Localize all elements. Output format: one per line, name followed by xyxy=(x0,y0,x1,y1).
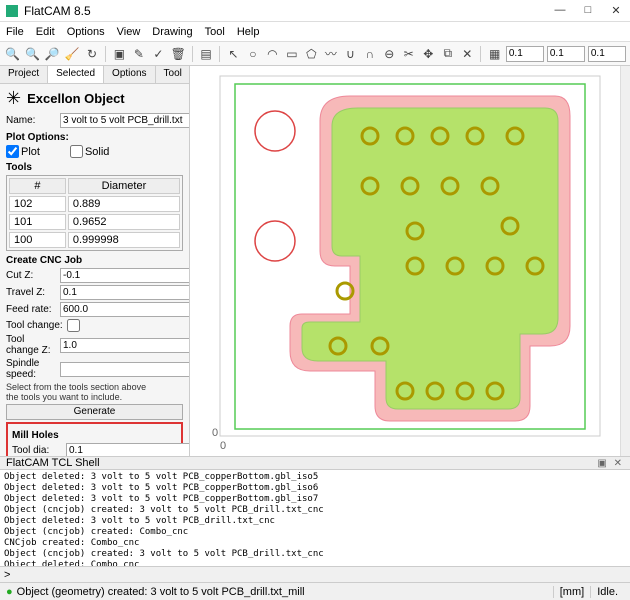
plot-options-label: Plot Options: xyxy=(6,132,183,143)
separator xyxy=(192,46,193,62)
scrollbar[interactable] xyxy=(620,66,630,456)
status-message: Object (geometry) created: 3 volt to 5 v… xyxy=(17,586,305,598)
snap-input[interactable] xyxy=(588,46,626,62)
menu-view[interactable]: View xyxy=(117,26,141,38)
status-icon: ● xyxy=(6,586,13,598)
cut-path-icon[interactable]: ✂ xyxy=(401,45,417,63)
col-diameter: Diameter xyxy=(68,178,180,194)
titlebar: FlatCAM 8.5 — □ ✕ xyxy=(0,0,630,22)
mill-header: Mill Holes xyxy=(12,430,177,441)
cnc-note: Select from the tools section above the … xyxy=(6,382,183,402)
table-row: 1000.999998 xyxy=(9,232,180,248)
union-icon[interactable]: ∪ xyxy=(342,45,358,63)
svg-text:0: 0 xyxy=(220,440,226,452)
menu-help[interactable]: Help xyxy=(237,26,260,38)
menu-file[interactable]: File xyxy=(6,26,24,38)
name-label: Name: xyxy=(6,115,56,126)
plot-checkbox[interactable]: Plot xyxy=(6,145,40,158)
tools-header: Tools xyxy=(6,162,183,173)
shell-icon[interactable]: ▤ xyxy=(198,45,214,63)
panel-body: ✳ Excellon Object Name: Plot Options: Pl… xyxy=(0,84,189,456)
table-row: 1010.9652 xyxy=(9,214,180,230)
move-icon[interactable]: ✥ xyxy=(420,45,436,63)
menu-tool[interactable]: Tool xyxy=(205,26,225,38)
tooldia-input[interactable] xyxy=(66,443,189,456)
shell-title: FlatCAM TCL Shell xyxy=(6,457,100,469)
feedrate-label: Feed rate: xyxy=(6,304,56,315)
grid-y-input[interactable] xyxy=(547,46,585,62)
update-geometry-icon[interactable]: ✓ xyxy=(150,45,166,63)
zoom-fit-icon[interactable]: 🔎 xyxy=(44,45,61,63)
excellon-icon: ✳ xyxy=(6,88,21,109)
solid-checkbox[interactable]: Solid xyxy=(70,145,109,158)
arc-icon[interactable]: ◠ xyxy=(264,45,280,63)
polygon-icon[interactable]: ⬠ xyxy=(303,45,319,63)
copy-icon[interactable]: ⧉ xyxy=(440,45,456,63)
window-title: FlatCAM 8.5 xyxy=(24,4,552,18)
subtract-icon[interactable]: ⊖ xyxy=(381,45,397,63)
plot-canvas[interactable]: 0 0 xyxy=(190,66,620,456)
tooldia-label: Tool dia: xyxy=(12,445,62,456)
spindle-label: Spindle speed: xyxy=(6,358,56,380)
grid-icon[interactable]: ▦ xyxy=(486,45,502,63)
maximize-button[interactable]: □ xyxy=(580,4,596,17)
separator xyxy=(480,46,481,62)
cutz-input[interactable] xyxy=(60,268,189,283)
travelz-input[interactable] xyxy=(60,285,189,300)
zoom-out-icon[interactable]: 🔍 xyxy=(24,45,41,63)
minimize-button[interactable]: — xyxy=(552,4,568,17)
shell-header: FlatCAM TCL Shell ▣ ✕ xyxy=(0,456,630,470)
tab-project[interactable]: Project xyxy=(0,66,48,83)
mill-holes-section: Mill Holes Tool dia: Select from the too… xyxy=(6,422,183,456)
rectangle-icon[interactable]: ▭ xyxy=(284,45,300,63)
travelz-label: Travel Z: xyxy=(6,287,56,298)
clear-plot-icon[interactable]: 🧹 xyxy=(64,45,81,63)
menubar: File Edit Options View Drawing Tool Help xyxy=(0,22,630,42)
select-icon[interactable]: ↖ xyxy=(225,45,241,63)
menu-options[interactable]: Options xyxy=(67,26,105,38)
tab-options[interactable]: Options xyxy=(104,66,155,83)
feedrate-input[interactable] xyxy=(60,302,189,317)
side-tabs: Project Selected Options Tool xyxy=(0,66,189,84)
path-icon[interactable]: 〰 xyxy=(323,45,339,63)
tools-table[interactable]: #Diameter 1020.889 1010.9652 1000.999998 xyxy=(6,175,183,251)
replot-icon[interactable]: ↻ xyxy=(84,45,100,63)
toolchangez-label: Tool change Z: xyxy=(6,334,56,356)
status-state: Idle. xyxy=(590,586,624,598)
name-input[interactable] xyxy=(60,113,189,128)
edit-geometry-icon[interactable]: ✎ xyxy=(131,45,147,63)
spindle-input[interactable] xyxy=(60,362,189,377)
statusbar: ● Object (geometry) created: 3 volt to 5… xyxy=(0,582,630,600)
separator xyxy=(105,46,106,62)
tab-tool[interactable]: Tool xyxy=(156,66,190,83)
status-units: [mm] xyxy=(553,586,590,598)
toolbar: 🔍 🔍 🔎 🧹 ↻ ▣ ✎ ✓ 🗑 ▤ ↖ ○ ◠ ▭ ⬠ 〰 ∪ ∩ ⊖ ✂ … xyxy=(0,42,630,66)
object-type-header: Excellon Object xyxy=(27,91,125,106)
generate-button[interactable]: Generate xyxy=(6,404,183,420)
tab-selected[interactable]: Selected xyxy=(48,66,104,83)
app-logo-icon xyxy=(6,5,18,17)
svg-text:0: 0 xyxy=(212,427,218,439)
intersection-icon[interactable]: ∩ xyxy=(362,45,378,63)
grid-x-input[interactable] xyxy=(506,46,544,62)
separator xyxy=(219,46,220,62)
close-button[interactable]: ✕ xyxy=(608,4,624,17)
toolchange-label: Tool change: xyxy=(6,320,63,331)
cutz-label: Cut Z: xyxy=(6,270,56,281)
shell-input[interactable]: > xyxy=(0,566,630,582)
new-geometry-icon[interactable]: ▣ xyxy=(111,45,127,63)
col-number: # xyxy=(9,178,66,194)
zoom-in-icon[interactable]: 🔍 xyxy=(4,45,21,63)
menu-edit[interactable]: Edit xyxy=(36,26,55,38)
circle-icon[interactable]: ○ xyxy=(245,45,261,63)
toolchangez-input[interactable] xyxy=(60,338,189,353)
shell-output: Object deleted: 3 volt to 5 volt PCB_cop… xyxy=(0,470,630,566)
delete-shape-icon[interactable]: ✕ xyxy=(459,45,475,63)
menu-drawing[interactable]: Drawing xyxy=(152,26,192,38)
delete-icon[interactable]: 🗑 xyxy=(170,45,187,63)
toolchange-checkbox[interactable] xyxy=(67,319,80,332)
table-row: 1020.889 xyxy=(9,196,180,212)
cnc-header: Create CNC Job xyxy=(6,255,183,266)
shell-controls[interactable]: ▣ ✕ xyxy=(597,458,624,469)
